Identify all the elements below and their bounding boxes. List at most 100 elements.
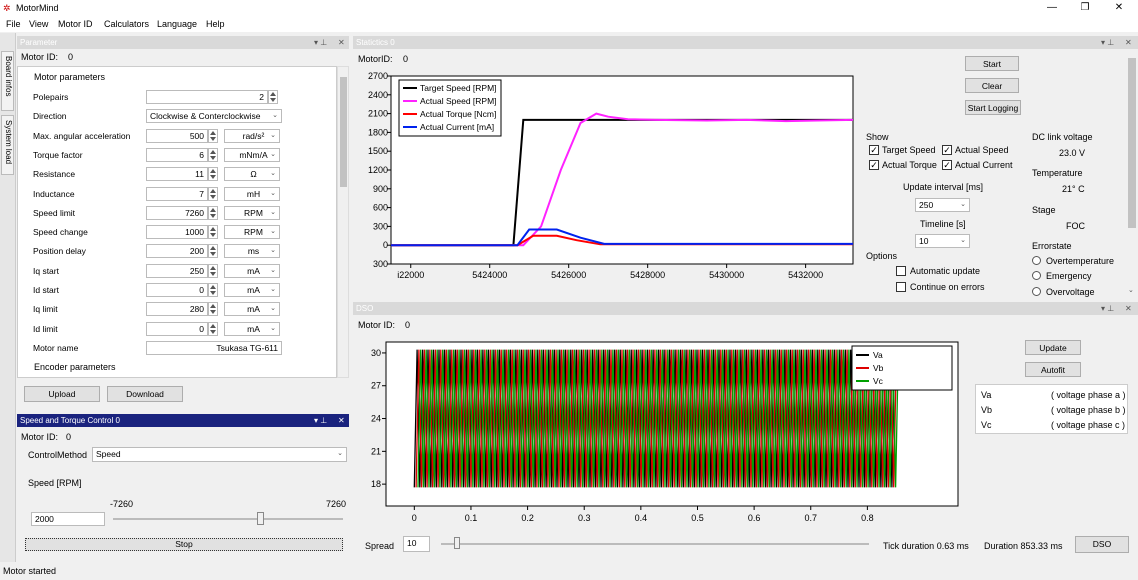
parameter-scrollbar[interactable] [337, 66, 349, 378]
param-motor-name-input[interactable]: Tsukasa TG-611 [146, 340, 282, 355]
spin-down-icon[interactable] [210, 155, 216, 160]
spin-down-icon[interactable] [210, 175, 216, 180]
spin-up-icon[interactable] [210, 227, 216, 232]
control-method-select[interactable]: Speed ⌄ [92, 447, 347, 462]
spread-slider-track[interactable] [441, 543, 869, 545]
show-target-speed-checkbox[interactable]: ✓ [869, 145, 879, 155]
spin-up-icon[interactable] [210, 246, 216, 251]
spin-down-icon[interactable] [210, 271, 216, 276]
param-position-delay-unit-select[interactable]: ms ⌄ [224, 244, 280, 259]
menu-help[interactable]: Help [206, 19, 225, 29]
download-button[interactable]: Download [107, 386, 183, 402]
pin-icon[interactable]: ▾ ⊥ [1101, 36, 1114, 49]
param-speed-limit-spinner[interactable] [208, 205, 218, 220]
close-icon[interactable]: ✕ [1125, 302, 1132, 315]
upload-button[interactable]: Upload [24, 386, 100, 402]
spread-slider-thumb[interactable] [454, 537, 460, 549]
param-resistance-spinner[interactable] [208, 167, 218, 182]
param-id-start-input[interactable]: 0 [146, 283, 208, 297]
tab-system-load[interactable]: System load [1, 115, 14, 175]
spin-up-icon[interactable] [210, 285, 216, 289]
close-icon[interactable]: ✕ [338, 414, 345, 427]
param-resistance-unit-select[interactable]: Ω ⌄ [224, 167, 280, 182]
spin-up-icon[interactable] [210, 304, 216, 309]
spin-up-icon[interactable] [210, 207, 216, 212]
param-inductance-spinner[interactable] [208, 186, 218, 201]
encoder-params-group-header[interactable]: Encoder parameters [24, 362, 116, 372]
close-button[interactable]: ✕ [1102, 0, 1136, 16]
param-inductance-input[interactable]: 7 [146, 186, 208, 201]
param-iq-start-input[interactable]: 250 [146, 263, 208, 278]
minimize-button[interactable]: — [1035, 0, 1069, 16]
param-polepairs-spinner[interactable] [268, 90, 278, 104]
start-logging-button[interactable]: Start Logging [965, 100, 1021, 115]
autofit-button[interactable]: Autofit [1025, 362, 1081, 377]
statistics-scrollbar[interactable]: ⌄ [1126, 50, 1138, 296]
motor-params-group-header[interactable]: Motor parameters [24, 72, 105, 82]
spin-up-icon[interactable] [210, 265, 216, 270]
scrollbar-thumb[interactable] [1128, 58, 1136, 228]
param-id-limit-unit-select[interactable]: mA ⌄ [224, 321, 280, 336]
spin-up-icon[interactable] [210, 169, 216, 174]
speed-slider-thumb[interactable] [256, 512, 264, 525]
automatic-update-checkbox[interactable] [896, 266, 906, 276]
param-position-delay-spinner[interactable] [208, 244, 218, 259]
chevron-down-icon[interactable]: ⌄ [1128, 286, 1134, 294]
update-interval-select[interactable]: 250 ⌄ [915, 198, 970, 212]
start-button[interactable]: Start [965, 56, 1019, 71]
param-id-start-spinner[interactable] [208, 283, 218, 297]
param-speed-limit-unit-select[interactable]: RPM ⌄ [224, 205, 280, 220]
spin-down-icon[interactable] [210, 194, 216, 199]
param-position-delay-input[interactable]: 200 [146, 244, 208, 259]
param-max-angular-acceleration-spinner[interactable] [208, 128, 218, 143]
spin-down-icon[interactable] [210, 136, 216, 141]
param-direction-select[interactable]: Clockwise & Conterclockwise ⌄ [146, 109, 282, 124]
maximize-button[interactable]: ❐ [1068, 0, 1102, 16]
spin-down-icon[interactable] [210, 310, 216, 315]
param-id-start-unit-select[interactable]: mA ⌄ [224, 283, 280, 297]
pin-icon[interactable]: ▾ ⊥ [314, 36, 327, 49]
param-id-limit-spinner[interactable] [208, 321, 218, 336]
spin-down-icon[interactable] [210, 291, 216, 295]
menu-language[interactable]: Language [157, 19, 197, 29]
show-actual-speed-checkbox[interactable]: ✓ [942, 145, 952, 155]
param-speed-change-spinner[interactable] [208, 225, 218, 240]
param-inductance-unit-select[interactable]: mH ⌄ [224, 186, 280, 201]
close-icon[interactable]: ✕ [338, 36, 345, 49]
spin-down-icon[interactable] [210, 233, 216, 238]
spin-down-icon[interactable] [210, 213, 216, 218]
param-speed-change-unit-select[interactable]: RPM ⌄ [224, 225, 280, 240]
param-torque-factor-spinner[interactable] [208, 147, 218, 162]
spread-input[interactable]: 10 [403, 536, 430, 552]
menu-file[interactable]: File [6, 19, 21, 29]
param-resistance-input[interactable]: 11 [146, 167, 208, 182]
spin-down-icon[interactable] [210, 329, 216, 334]
tab-board-infos[interactable]: Board infos [1, 51, 14, 111]
pin-icon[interactable]: ▾ ⊥ [1101, 302, 1114, 315]
param-max-angular-acceleration-unit-select[interactable]: rad/s² ⌄ [224, 128, 280, 143]
spin-up-icon[interactable] [210, 188, 216, 193]
param-speed-change-input[interactable]: 1000 [146, 225, 208, 240]
param-id-limit-input[interactable]: 0 [146, 321, 208, 336]
param-iq-limit-unit-select[interactable]: mA ⌄ [224, 302, 280, 317]
menu-view[interactable]: View [29, 19, 48, 29]
spin-up-icon[interactable] [270, 92, 276, 96]
show-actual-torque-checkbox[interactable]: ✓ [869, 160, 879, 170]
menu-calculators[interactable]: Calculators [104, 19, 149, 29]
statistics-chart[interactable]: 300 0 300 600 900 1200 1500 1800 2100 2400 2700 i22… [353, 72, 858, 307]
speed-slider-track[interactable] [113, 518, 343, 520]
spin-down-icon[interactable] [210, 252, 216, 257]
param-iq-limit-spinner[interactable] [208, 302, 218, 317]
param-torque-factor-input[interactable]: 6 [146, 147, 208, 162]
stop-button[interactable]: Stop [25, 538, 343, 551]
param-polepairs-input[interactable]: 2 [146, 90, 268, 104]
show-actual-current-checkbox[interactable]: ✓ [942, 160, 952, 170]
close-icon[interactable]: ✕ [1125, 36, 1132, 49]
dso-chart[interactable]: 18212427300 0.1 0.2 0.3 0.4 0.5 0.6 0.7 0.8VaVbV… [358, 338, 963, 538]
param-speed-limit-input[interactable]: 7260 [146, 205, 208, 220]
spin-down-icon[interactable] [270, 98, 276, 102]
scrollbar-thumb[interactable] [340, 77, 347, 187]
spin-up-icon[interactable] [210, 130, 216, 135]
param-max-angular-acceleration-input[interactable]: 500 [146, 128, 208, 143]
clear-button[interactable]: Clear [965, 78, 1019, 93]
